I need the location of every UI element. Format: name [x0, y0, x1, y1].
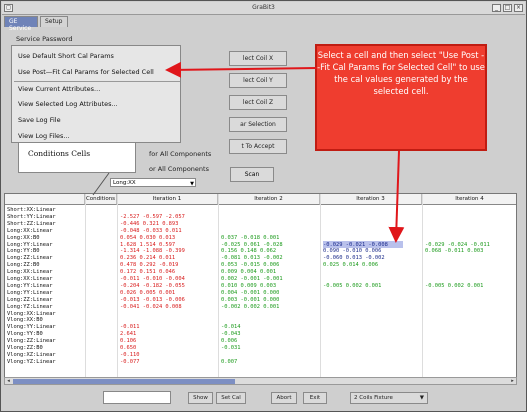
conditions-pointer	[92, 172, 110, 196]
main-window: ◻ GraBit3 _ □ × GE Service Setup Service…	[0, 0, 527, 412]
arrow-to-menu-item	[165, 61, 318, 78]
annotation-arrows	[92, 61, 405, 243]
arrow-to-selected-cell	[388, 150, 405, 243]
